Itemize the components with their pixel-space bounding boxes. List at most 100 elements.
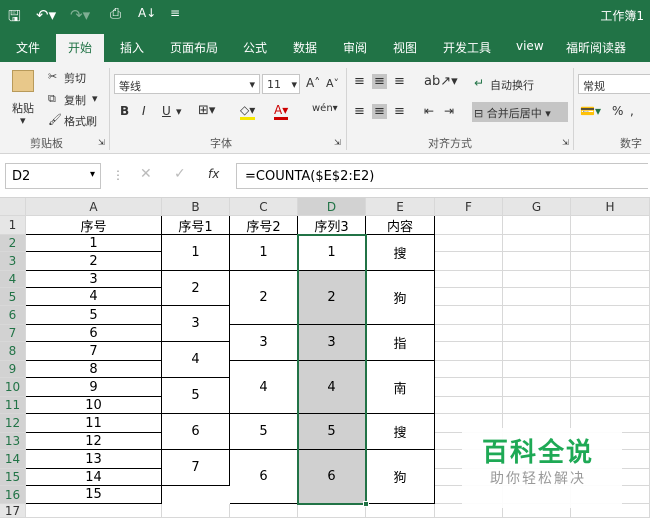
table-cell[interactable]: 11	[26, 414, 162, 433]
table-cell[interactable]: 4	[26, 288, 162, 306]
merged-cell[interactable]: 2	[162, 271, 230, 306]
table-cell[interactable]: 6	[26, 325, 162, 342]
empty-cell[interactable]	[571, 361, 650, 378]
tab-page-layout[interactable]: 页面布局	[170, 39, 218, 56]
empty-cell[interactable]	[503, 378, 571, 397]
merged-cell[interactable]: 6	[298, 450, 366, 504]
header-cell[interactable]: 内容	[366, 216, 435, 235]
wrap-text-icon[interactable]: ↵	[474, 76, 484, 90]
column-header[interactable]: C	[230, 198, 298, 216]
font-size-select[interactable]: 11 ▾	[262, 74, 300, 94]
empty-cell[interactable]	[571, 306, 650, 325]
row-header[interactable]: 16	[0, 486, 26, 504]
underline-button[interactable]: U	[162, 104, 171, 118]
merged-cell[interactable]: 狗	[366, 271, 435, 325]
sort-icon[interactable]: A↓	[138, 6, 156, 20]
table-cell[interactable]: 8	[26, 361, 162, 378]
merged-cell[interactable]: 搜	[366, 414, 435, 450]
empty-cell[interactable]	[26, 504, 162, 518]
merged-cell[interactable]: 5	[162, 378, 230, 414]
table-cell[interactable]: 9	[26, 378, 162, 397]
print-preview-icon[interactable]: ⎙	[110, 6, 121, 22]
tab-foxit-reader[interactable]: 福昕阅读器	[566, 39, 626, 56]
customize-qat-icon[interactable]: ≡	[170, 6, 180, 20]
column-header[interactable]: H	[571, 198, 650, 216]
tab-home[interactable]: 开始	[56, 34, 105, 62]
empty-cell[interactable]	[435, 306, 503, 325]
decrease-indent-icon[interactable]: ⇤	[424, 104, 434, 118]
row-header[interactable]: 14	[0, 450, 26, 469]
empty-cell[interactable]	[503, 325, 571, 342]
row-header[interactable]: 3	[0, 252, 26, 271]
empty-cell[interactable]	[435, 271, 503, 288]
table-cell[interactable]: 15	[26, 486, 162, 504]
borders-icon[interactable]: ⊞▾	[198, 103, 215, 118]
phonetic-icon[interactable]: wén▾	[312, 103, 338, 114]
empty-cell[interactable]	[571, 325, 650, 342]
merged-cell[interactable]: 4	[298, 361, 366, 414]
merged-cell[interactable]: 搜	[366, 235, 435, 271]
empty-cell[interactable]	[162, 504, 230, 518]
row-header[interactable]: 9	[0, 361, 26, 378]
row-header[interactable]: 17	[0, 504, 26, 518]
empty-cell[interactable]	[435, 378, 503, 397]
row-header[interactable]: 5	[0, 288, 26, 306]
merged-cell[interactable]: 1	[298, 235, 366, 271]
decrease-font-icon[interactable]: A˅	[326, 77, 339, 90]
column-header[interactable]: E	[366, 198, 435, 216]
empty-cell[interactable]	[435, 216, 503, 235]
increase-font-icon[interactable]: A˄	[306, 76, 320, 90]
merged-cell[interactable]: 5	[298, 414, 366, 450]
merged-cell[interactable]: 2	[230, 271, 298, 325]
comma-style-icon[interactable]: ,	[630, 104, 634, 118]
row-header[interactable]: 12	[0, 414, 26, 433]
empty-cell[interactable]	[503, 306, 571, 325]
wrap-text-button[interactable]: 自动换行	[490, 77, 534, 93]
empty-cell[interactable]	[366, 504, 435, 518]
cancel-icon[interactable]: ✕	[140, 166, 152, 182]
table-cell[interactable]: 7	[26, 342, 162, 361]
empty-cell[interactable]	[571, 271, 650, 288]
copy-dropdown-icon[interactable]: ▾	[92, 92, 98, 105]
row-header[interactable]: 1	[0, 216, 26, 235]
empty-cell[interactable]	[571, 378, 650, 397]
merged-cell[interactable]: 3	[298, 325, 366, 361]
empty-cell[interactable]	[503, 271, 571, 288]
row-header[interactable]: 11	[0, 397, 26, 414]
row-header[interactable]: 6	[0, 306, 26, 325]
table-cell[interactable]: 13	[26, 450, 162, 469]
paste-dropdown-icon[interactable]: ▾	[20, 114, 26, 127]
paste-icon[interactable]	[12, 70, 34, 92]
align-top-icon[interactable]: ≡	[354, 74, 365, 89]
empty-cell[interactable]	[503, 361, 571, 378]
number-format-select[interactable]: 常规	[578, 74, 650, 94]
copy-button[interactable]: 复制	[64, 92, 86, 108]
formula-input[interactable]: =COUNTA($E$2:E2)	[236, 163, 648, 189]
column-header[interactable]: F	[435, 198, 503, 216]
row-header[interactable]: 13	[0, 433, 26, 450]
tab-insert[interactable]: 插入	[120, 39, 144, 56]
merged-cell[interactable]: 1	[162, 235, 230, 271]
merged-cell[interactable]: 5	[230, 414, 298, 450]
tab-file[interactable]: 文件	[16, 39, 40, 56]
empty-cell[interactable]	[435, 288, 503, 306]
header-cell[interactable]: 序列3	[298, 216, 366, 235]
tab-view[interactable]: 视图	[393, 39, 417, 56]
table-cell[interactable]: 10	[26, 397, 162, 414]
select-all-corner[interactable]	[0, 198, 26, 216]
alignment-launcher-icon[interactable]: ⇲	[562, 138, 569, 147]
empty-cell[interactable]	[571, 216, 650, 235]
empty-cell[interactable]	[503, 342, 571, 361]
table-cell[interactable]: 3	[26, 271, 162, 288]
empty-cell[interactable]	[503, 252, 571, 271]
column-header[interactable]: G	[503, 198, 571, 216]
underline-dropdown-icon[interactable]: ▾	[176, 105, 182, 118]
fill-color-icon[interactable]: ◇▾	[240, 103, 256, 120]
bold-button[interactable]: B	[120, 104, 129, 118]
font-name-select[interactable]: 等线 ▾	[114, 74, 260, 94]
redo-icon[interactable]: ↷▾	[70, 6, 90, 24]
column-header[interactable]: D	[298, 198, 366, 216]
empty-cell[interactable]	[435, 235, 503, 252]
merged-cell[interactable]: 3	[162, 306, 230, 342]
merged-cell[interactable]: 指	[366, 325, 435, 361]
